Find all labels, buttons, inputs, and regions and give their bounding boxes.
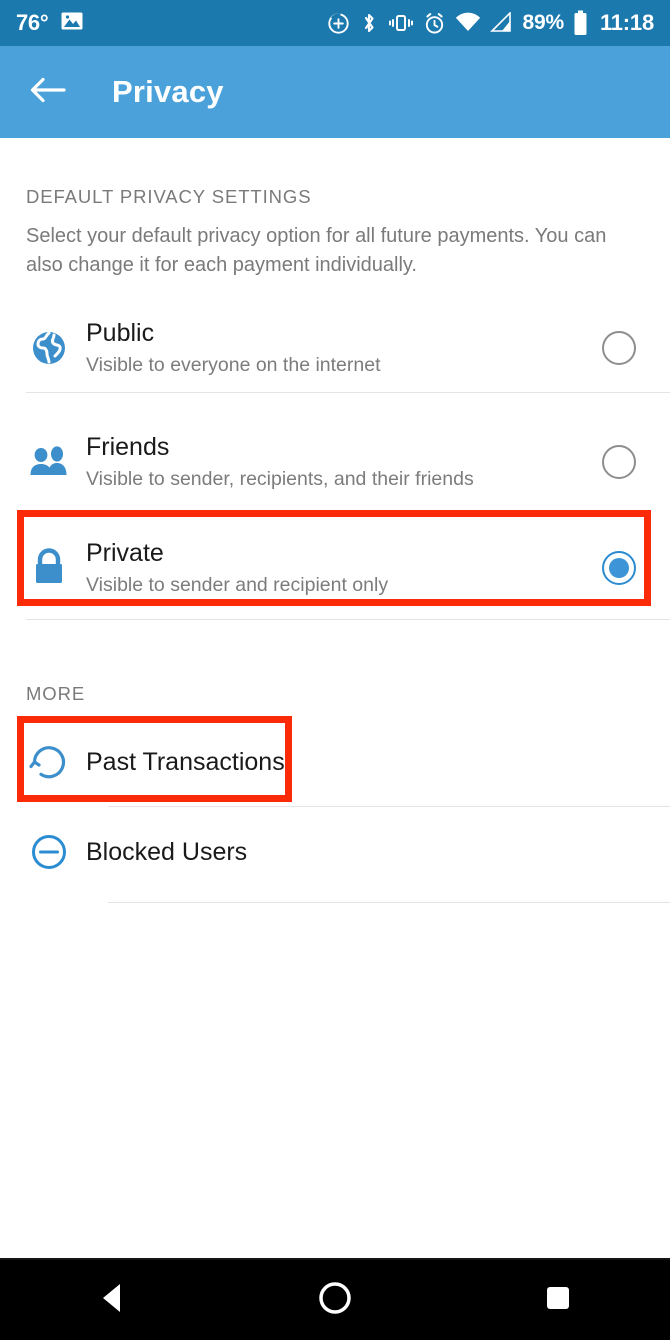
nav-recents-button[interactable] <box>513 1270 603 1330</box>
radio-private[interactable] <box>584 551 654 585</box>
radio-unselected <box>602 331 636 365</box>
image-icon <box>60 9 84 38</box>
option-subtitle: Visible to sender, recipients, and their… <box>86 468 474 490</box>
vibrate-icon <box>388 11 414 35</box>
radio-selected <box>602 551 636 585</box>
option-title: Friends <box>86 433 170 461</box>
back-button[interactable] <box>26 70 70 114</box>
android-navigation-bar <box>0 1258 670 1340</box>
status-bar: 76° 89% 11:18 <box>0 0 670 46</box>
nav-home-button[interactable] <box>290 1270 380 1330</box>
app-bar: Privacy <box>0 46 670 138</box>
nav-back-button[interactable] <box>67 1270 157 1330</box>
privacy-option-friends-text: Friends Visible to sender, recipients, a… <box>86 432 584 492</box>
alarm-icon <box>423 12 446 35</box>
divider <box>26 392 670 393</box>
option-title: Public <box>86 319 155 347</box>
radio-selected-dot <box>609 558 629 578</box>
status-bar-right: 89% 11:18 <box>327 10 654 36</box>
battery-icon <box>573 10 588 36</box>
nav-home-icon <box>315 1278 355 1323</box>
block-circle-minus-icon <box>22 830 76 874</box>
page-title: Privacy <box>112 74 224 109</box>
radio-unselected <box>602 445 636 479</box>
nav-back-icon <box>97 1281 127 1320</box>
nav-recents-icon <box>543 1283 573 1318</box>
temperature-indicator: 76° <box>16 10 49 35</box>
back-arrow-icon <box>30 75 66 110</box>
people-icon <box>22 442 76 482</box>
more-item-title: Past Transactions <box>86 747 285 776</box>
more-item-blocked-users[interactable]: Blocked Users <box>0 808 670 896</box>
cellular-signal-icon <box>489 12 514 34</box>
radio-friends[interactable] <box>584 445 654 479</box>
divider <box>108 806 670 807</box>
lock-icon <box>22 546 76 590</box>
option-title: Private <box>86 539 164 567</box>
privacy-option-private-text: Private Visible to sender and recipient … <box>86 538 584 598</box>
privacy-option-private[interactable]: Private Visible to sender and recipient … <box>0 518 670 618</box>
privacy-option-public[interactable]: Public Visible to everyone on the intern… <box>0 298 670 398</box>
bluetooth-icon <box>359 11 379 35</box>
more-item-title: Blocked Users <box>86 837 248 866</box>
radio-public[interactable] <box>584 331 654 365</box>
divider <box>108 902 670 903</box>
battery-percent: 89% <box>522 11 565 34</box>
section-header-more: MORE <box>26 683 86 704</box>
phone-screen: 76° 89% 11:18 Privacy DEFAULT PRIVACY SE… <box>0 0 670 1340</box>
settings-content: DEFAULT PRIVACY SETTINGS Select your def… <box>0 138 670 1258</box>
do-not-disturb-icon <box>327 12 350 35</box>
globe-icon <box>22 326 76 370</box>
divider <box>26 619 670 620</box>
option-subtitle: Visible to sender and recipient only <box>86 574 389 596</box>
privacy-option-friends[interactable]: Friends Visible to sender, recipients, a… <box>0 412 670 512</box>
wifi-icon <box>455 12 481 34</box>
more-item-past-transactions[interactable]: Past Transactions <box>0 718 670 806</box>
section-description: Select your default privacy option for a… <box>26 225 607 276</box>
privacy-option-public-text: Public Visible to everyone on the intern… <box>86 318 584 378</box>
option-subtitle: Visible to everyone on the internet <box>86 354 381 376</box>
section-header-default-privacy: DEFAULT PRIVACY SETTINGS <box>26 186 312 207</box>
status-bar-left: 76° <box>16 9 84 38</box>
clock: 11:18 <box>599 10 654 35</box>
history-icon <box>22 740 76 784</box>
